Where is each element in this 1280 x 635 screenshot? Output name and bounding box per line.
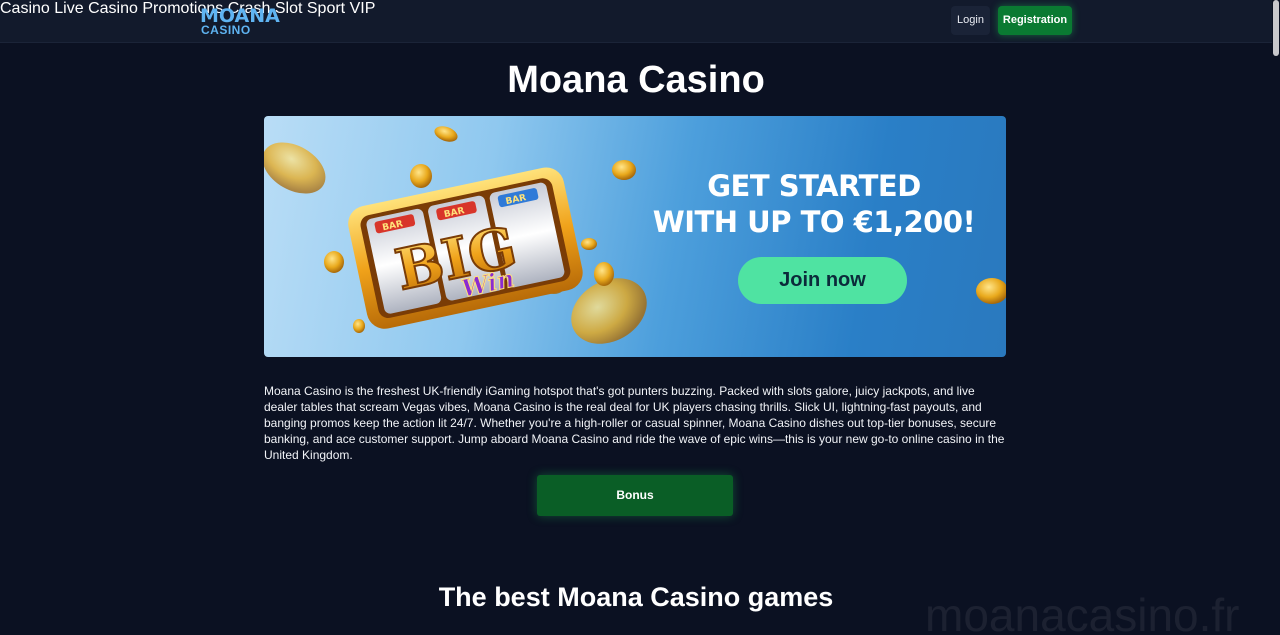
banner-headline-line2: WITH UP TO €1,200! bbox=[652, 205, 976, 239]
coin-icon bbox=[581, 238, 597, 250]
scrollbar-thumb[interactable] bbox=[1273, 0, 1279, 56]
coin-icon bbox=[410, 164, 432, 188]
registration-button[interactable]: Registration bbox=[998, 6, 1072, 35]
coin-icon bbox=[324, 251, 344, 273]
coin-icon bbox=[594, 262, 614, 286]
coin-icon bbox=[353, 319, 365, 333]
nav-casino[interactable]: Casino bbox=[0, 0, 50, 17]
nav-vip[interactable]: VIP bbox=[350, 0, 376, 17]
coin-icon bbox=[434, 126, 458, 142]
join-now-button[interactable]: Join now bbox=[738, 257, 907, 304]
site-header: MOANA CASINO Casino Live Casino Promotio… bbox=[0, 0, 1272, 43]
nav-sport[interactable]: Sport bbox=[307, 0, 345, 17]
page-title: Moana Casino bbox=[507, 59, 765, 101]
banner-headline: GET STARTED WITH UP TO €1,200! bbox=[644, 168, 984, 240]
promo-banner[interactable]: BAR BAR BAR BIG Win GET STARTED WITH UP … bbox=[264, 116, 1006, 357]
bonus-button[interactable]: Bonus bbox=[537, 475, 733, 516]
coin-icon bbox=[976, 278, 1006, 304]
main-nav: Casino Live Casino Promotions Crash Slot… bbox=[0, 0, 1272, 18]
watermark: moanacasino.fr bbox=[925, 589, 1240, 635]
banner-headline-line1: GET STARTED bbox=[707, 169, 921, 203]
coin-icon bbox=[612, 160, 636, 180]
logo[interactable]: MOANA CASINO bbox=[200, 6, 280, 38]
nav-live-casino[interactable]: Live Casino bbox=[54, 0, 138, 17]
coin-icon bbox=[264, 142, 326, 194]
logo-subtitle: CASINO bbox=[201, 23, 251, 37]
scrollbar[interactable] bbox=[1272, 0, 1280, 635]
login-button[interactable]: Login bbox=[951, 6, 990, 35]
intro-paragraph: Moana Casino is the freshest UK-friendly… bbox=[264, 384, 1005, 462]
